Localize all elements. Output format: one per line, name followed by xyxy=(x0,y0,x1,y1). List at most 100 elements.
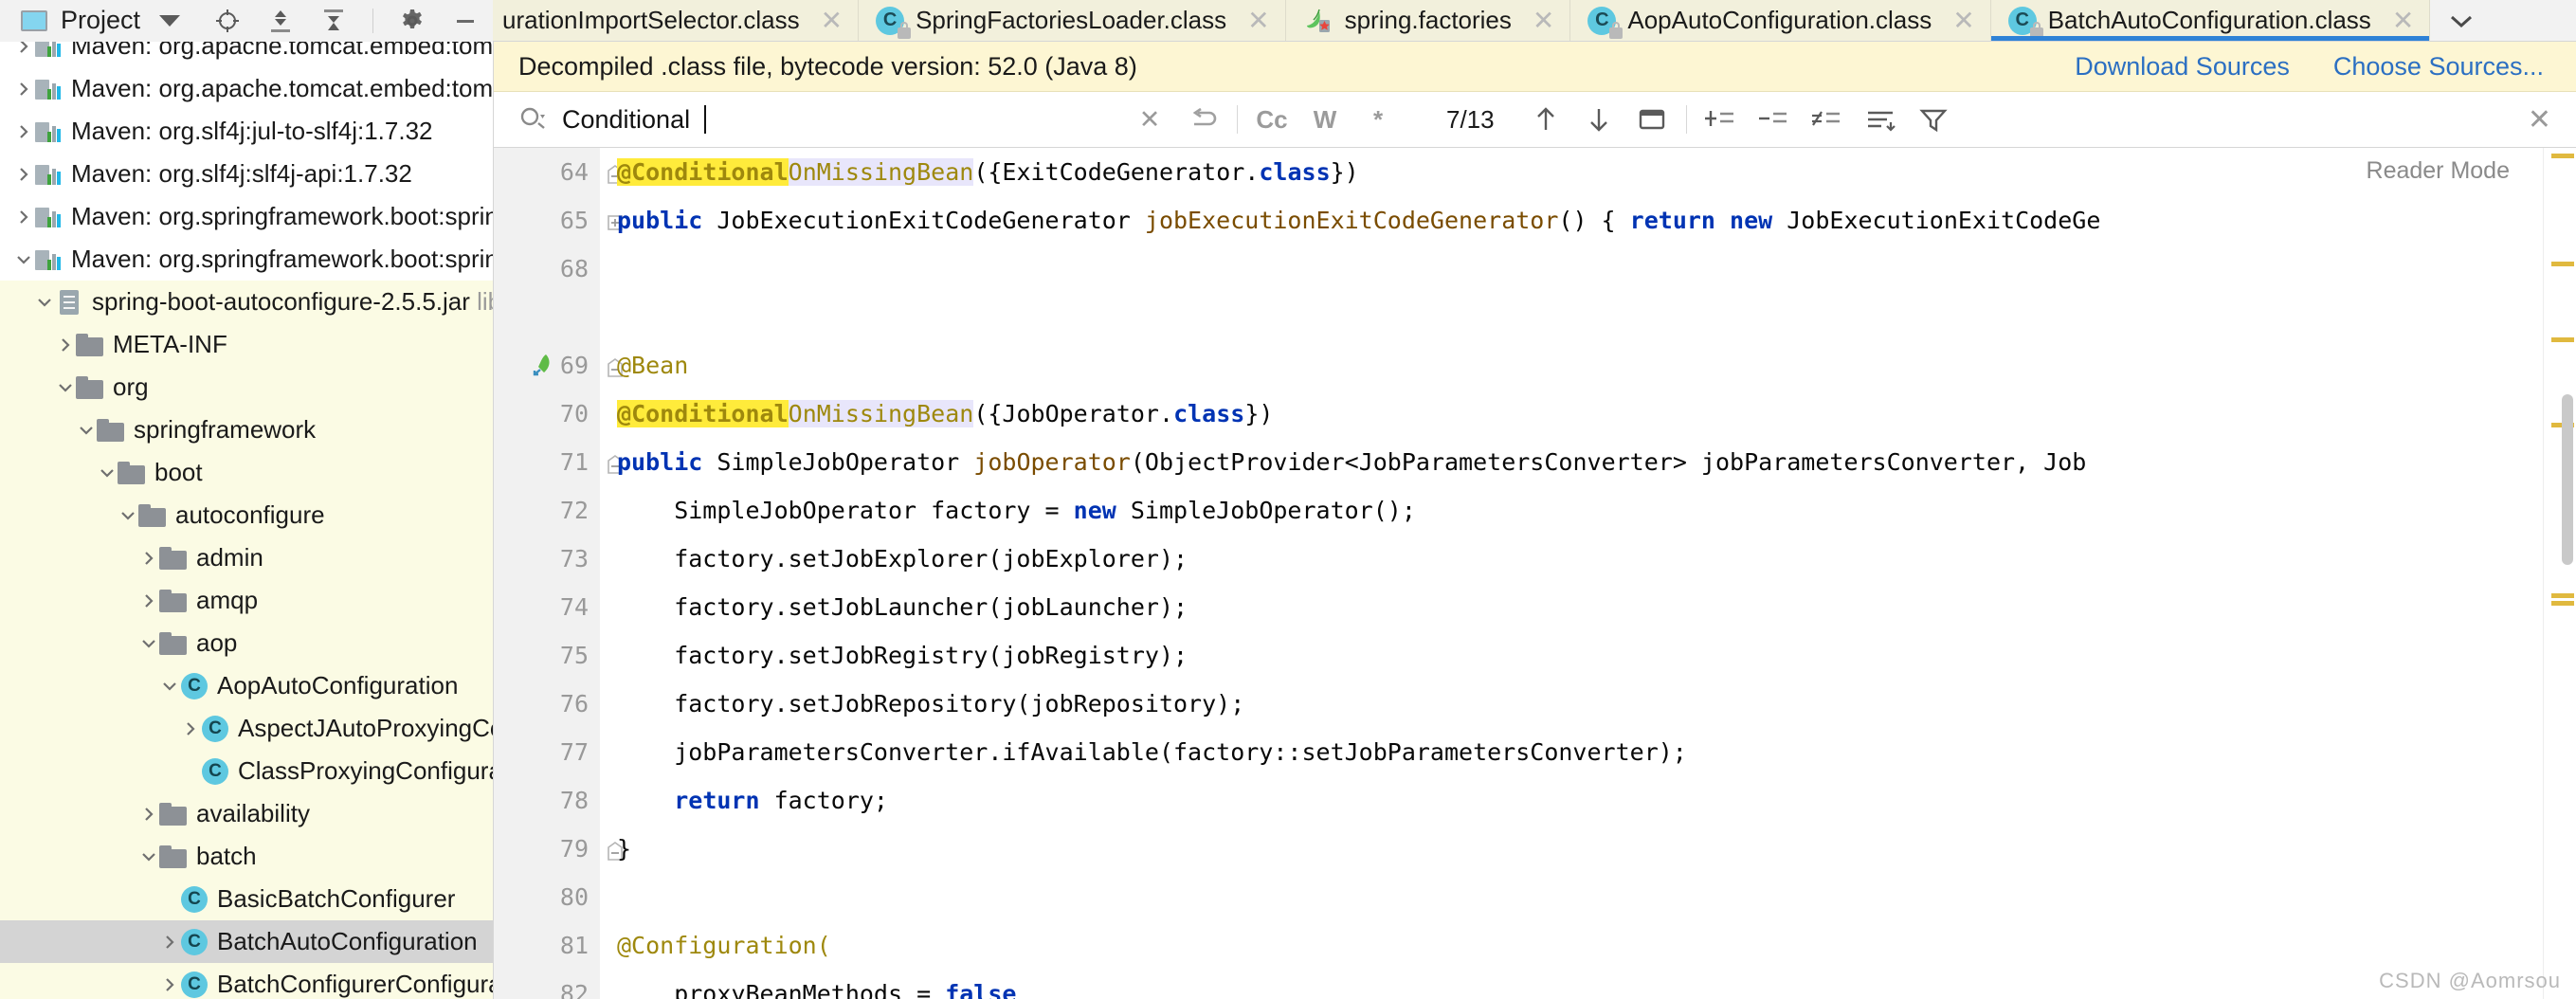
tree-expander[interactable] xyxy=(118,507,138,524)
match-case-toggle[interactable]: Cc xyxy=(1245,98,1298,141)
tree-expander[interactable] xyxy=(34,294,55,311)
expand-all-icon[interactable] xyxy=(266,7,295,35)
gutter-line[interactable]: 75 xyxy=(494,631,600,680)
tree-item[interactable]: amqp xyxy=(0,579,493,622)
code-line[interactable]: factory.setJobRepository(jobRepository); xyxy=(617,680,2543,728)
code-line[interactable]: factory.setJobLauncher(jobLauncher); xyxy=(617,583,2543,631)
run-gutter-icon[interactable] xyxy=(530,352,558,380)
gutter-line[interactable]: 76 xyxy=(494,680,600,728)
gutter-line[interactable]: 64 xyxy=(494,148,623,196)
close-icon[interactable]: ✕ xyxy=(1952,7,1974,34)
tree-expander[interactable] xyxy=(138,550,159,567)
tree-item[interactable]: Maven: org.springframework.boot:spring-b… xyxy=(0,238,493,281)
tree-expander[interactable] xyxy=(180,720,201,737)
search-input[interactable]: Conditional xyxy=(517,99,1123,140)
exclude-line-button[interactable] xyxy=(1748,98,1801,141)
tree-item[interactable]: org xyxy=(0,366,493,409)
settings-gear-icon[interactable] xyxy=(398,7,426,35)
tree-item[interactable]: C BatchAutoConfiguration xyxy=(0,920,493,963)
tree-expander[interactable] xyxy=(159,678,180,695)
close-icon[interactable]: ✕ xyxy=(1247,7,1269,34)
code-editor[interactable]: 6465686970717273747576777879808182838485… xyxy=(494,148,2576,999)
code-line[interactable] xyxy=(617,293,2543,341)
tree-expander[interactable] xyxy=(138,848,159,865)
tree-item[interactable]: C AspectJAutoProxyingConfiguration xyxy=(0,707,493,750)
tree-expander[interactable] xyxy=(76,422,97,439)
tree-item[interactable]: Maven: org.apache.tomcat.embed:tomcat-em… xyxy=(0,42,493,67)
tree-expander[interactable] xyxy=(159,934,180,951)
filter-results-button[interactable] xyxy=(1854,98,1907,141)
project-tool-window-button[interactable]: Project xyxy=(0,6,181,35)
code-line[interactable]: @ConditionalOnMissingBean({ExitCodeGener… xyxy=(617,148,2543,196)
code-line[interactable]: return factory; xyxy=(617,776,2543,825)
editor-tab[interactable]: urationImportSelector.class ✕ xyxy=(493,0,860,41)
editor-tab[interactable]: C AopAutoConfiguration.class ✕ xyxy=(1570,0,1991,41)
hide-panel-icon[interactable] xyxy=(451,7,480,35)
find-previous-button[interactable] xyxy=(1519,98,1572,141)
gutter-line[interactable]: 77 xyxy=(494,728,600,776)
gutter-line[interactable]: 65 xyxy=(494,196,623,245)
editor-tab[interactable]: spring.factories ✕ xyxy=(1285,0,1571,41)
search-history-icon[interactable] xyxy=(1176,98,1229,141)
code-line[interactable]: proxyBeanMethods = false xyxy=(617,970,2543,999)
tree-item[interactable]: spring-boot-autoconfigure-2.5.5.jar libr… xyxy=(0,281,493,323)
tree-item[interactable]: C AopAutoConfiguration xyxy=(0,664,493,707)
tree-item[interactable]: Maven: org.slf4j:jul-to-slf4j:1.7.32 xyxy=(0,110,493,153)
gutter-line[interactable]: 68 xyxy=(494,245,600,293)
tree-item[interactable]: Maven: org.springframework.boot:spring-b… xyxy=(0,195,493,238)
code-line[interactable]: public SimpleJobOperator jobOperator(Obj… xyxy=(617,438,2543,486)
tree-item[interactable]: Maven: org.slf4j:slf4j-api:1.7.32 xyxy=(0,153,493,195)
gutter-line[interactable]: 72 xyxy=(494,486,600,535)
code-line[interactable]: public JobExecutionExitCodeGenerator job… xyxy=(617,196,2543,245)
select-all-occurrences-button[interactable] xyxy=(1625,98,1678,141)
editor-gutter[interactable]: 6465686970717273747576777879808182838485… xyxy=(494,148,623,999)
add-line-before-button[interactable] xyxy=(1695,98,1748,141)
tree-item[interactable]: C ClassProxyingConfiguration xyxy=(0,750,493,792)
tree-expander[interactable] xyxy=(55,379,76,396)
tree-item[interactable]: C BasicBatchConfigurer xyxy=(0,878,493,920)
tree-item[interactable]: autoconfigure xyxy=(0,494,493,536)
gutter-line[interactable]: 82 xyxy=(494,970,600,999)
tree-expander[interactable] xyxy=(138,806,159,823)
tree-expander[interactable] xyxy=(55,336,76,354)
code-line[interactable] xyxy=(617,245,2543,293)
tree-item[interactable]: META-INF xyxy=(0,323,493,366)
code-line[interactable]: @Configuration( xyxy=(617,921,2543,970)
editor-error-stripe[interactable] xyxy=(2543,148,2576,999)
tree-item[interactable]: springframework xyxy=(0,409,493,451)
tree-expander[interactable] xyxy=(97,464,118,481)
filter-icon[interactable] xyxy=(1907,98,1960,141)
gutter-line[interactable]: 78 xyxy=(494,776,600,825)
download-sources-link[interactable]: Download Sources xyxy=(2075,52,2290,82)
collapse-all-icon[interactable] xyxy=(319,7,348,35)
find-next-button[interactable] xyxy=(1572,98,1625,141)
tree-item[interactable]: Maven: org.apache.tomcat.embed:tomcat-em… xyxy=(0,67,493,110)
gutter-line[interactable]: 70 xyxy=(494,390,600,438)
code-line[interactable]: SimpleJobOperator factory = new SimpleJo… xyxy=(617,486,2543,535)
tree-expander[interactable] xyxy=(13,209,34,226)
regex-toggle[interactable]: * xyxy=(1351,98,1405,141)
tree-item[interactable]: C BatchConfigurerConfiguration xyxy=(0,963,493,999)
code-line[interactable] xyxy=(617,873,2543,921)
tree-item[interactable]: aop xyxy=(0,622,493,664)
choose-sources-link[interactable]: Choose Sources... xyxy=(2333,52,2544,82)
gutter-line[interactable]: 79 xyxy=(494,825,623,873)
search-icon[interactable] xyxy=(517,103,549,136)
toggle-line-button[interactable] xyxy=(1801,98,1854,141)
tree-expander[interactable] xyxy=(13,123,34,140)
tree-expander[interactable] xyxy=(13,81,34,98)
editor-tab-active[interactable]: C BatchAutoConfiguration.class ✕ xyxy=(1990,0,2431,41)
project-tree[interactable]: Maven: org.apache.tomcat.embed:tomcat-em… xyxy=(0,42,494,999)
gutter-line[interactable]: 69 xyxy=(494,341,623,390)
tabs-overflow-button[interactable] xyxy=(2430,0,2494,41)
tree-item[interactable]: boot xyxy=(0,451,493,494)
tree-expander[interactable] xyxy=(13,251,34,268)
tree-expander[interactable] xyxy=(13,42,34,55)
close-icon[interactable]: ✕ xyxy=(821,7,843,34)
tree-expander[interactable] xyxy=(13,166,34,183)
code-line[interactable]: } xyxy=(617,825,2543,873)
clear-search-icon[interactable]: ✕ xyxy=(1123,98,1176,141)
tree-expander[interactable] xyxy=(159,976,180,993)
close-find-bar-icon[interactable]: ✕ xyxy=(2528,103,2576,136)
code-line[interactable]: @Bean xyxy=(617,341,2543,390)
